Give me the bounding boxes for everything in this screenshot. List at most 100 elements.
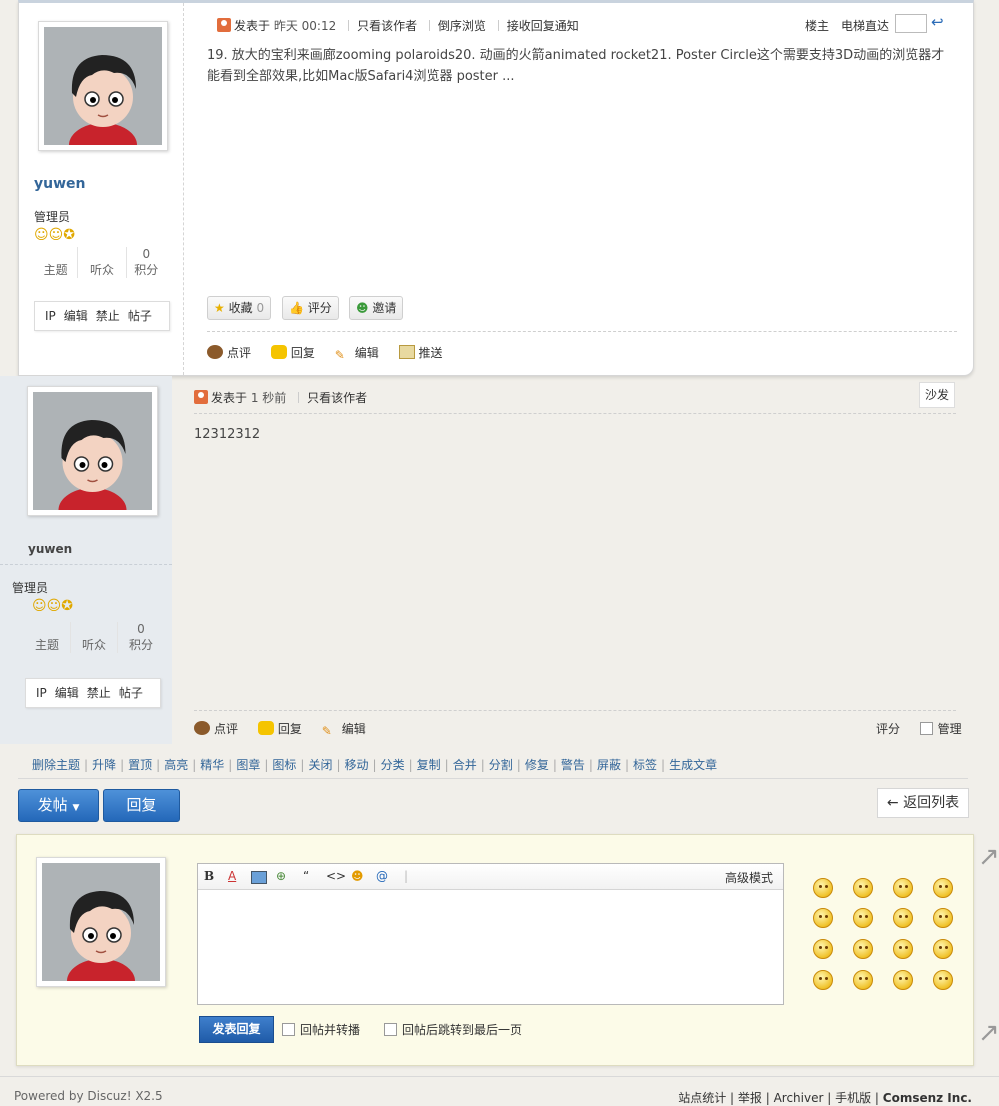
mod-action-link[interactable]: 高亮: [164, 758, 188, 772]
stat-followers[interactable]: 听众: [78, 247, 127, 278]
posts-link[interactable]: 帖子: [128, 309, 152, 323]
mod-action-link[interactable]: 分割: [489, 758, 513, 772]
smiley-icon[interactable]: [893, 908, 913, 928]
mod-action-link[interactable]: 屏蔽: [597, 758, 621, 772]
invite-button[interactable]: ☻ 邀请: [349, 296, 404, 320]
reply-link[interactable]: 回复: [270, 345, 315, 360]
smiley-icon[interactable]: [933, 970, 953, 990]
post-2-author-sidebar: yuwen 管理员 ☺☺✪ 主题 听众 0 积分 IP 编辑 禁止 帖子: [0, 376, 172, 744]
repost-option[interactable]: 回帖并转播: [282, 1021, 360, 1038]
avatar-image: [42, 863, 160, 981]
stat-threads[interactable]: 主题: [34, 247, 79, 278]
reply-textarea[interactable]: [198, 890, 783, 1004]
username[interactable]: yuwen: [28, 542, 72, 556]
mod-action-link[interactable]: 关闭: [308, 758, 332, 772]
only-author-link[interactable]: 只看该作者: [357, 19, 417, 33]
link-icon[interactable]: ⊕: [276, 869, 286, 883]
ip-link[interactable]: IP: [45, 309, 56, 323]
bold-icon[interactable]: B: [204, 869, 214, 883]
at-mention-icon[interactable]: @: [376, 869, 388, 883]
smiley-icon[interactable]: [813, 970, 833, 990]
manage-checkbox[interactable]: [919, 722, 933, 735]
stat-points[interactable]: 0 积分: [127, 247, 166, 278]
archiver-link[interactable]: Archiver: [774, 1091, 824, 1105]
mobile-link[interactable]: 手机版: [835, 1091, 871, 1105]
edit-user-link[interactable]: 编辑: [64, 309, 88, 323]
smiley-icon[interactable]: [893, 878, 913, 898]
reply-notify-link[interactable]: 接收回复通知: [507, 19, 579, 33]
stat-points[interactable]: 0 积分: [118, 622, 164, 653]
font-color-icon[interactable]: A: [228, 869, 236, 883]
only-author-link[interactable]: 只看该作者: [307, 391, 367, 405]
footer-links: 站点统计 | 举报 | Archiver | 手机版 | Comsenz Inc…: [678, 1091, 972, 1105]
smiley-icon[interactable]: [813, 939, 833, 959]
mod-action-link[interactable]: 置顶: [128, 758, 152, 772]
smiley-icon[interactable]: [893, 970, 913, 990]
mod-action-link[interactable]: 合并: [453, 758, 477, 772]
avatar[interactable]: [27, 386, 158, 516]
smiley-icon[interactable]: [933, 939, 953, 959]
company-link[interactable]: Comsenz Inc.: [883, 1091, 972, 1105]
stat-threads[interactable]: 主题: [24, 622, 71, 653]
ban-link[interactable]: 禁止: [87, 686, 111, 700]
moderation-controls: 评分 管理: [876, 720, 962, 737]
username[interactable]: yuwen: [34, 176, 86, 192]
mod-action-link[interactable]: 分类: [381, 758, 405, 772]
mod-action-link[interactable]: 警告: [561, 758, 585, 772]
mod-action-link[interactable]: 复制: [417, 758, 441, 772]
back-to-list-button[interactable]: ← 返回列表: [877, 788, 969, 818]
separator: |: [192, 758, 197, 772]
smiley-icon[interactable]: [853, 939, 873, 959]
comment-link[interactable]: 点评: [194, 721, 238, 736]
repost-checkbox[interactable]: [282, 1023, 295, 1036]
edit-user-link[interactable]: 编辑: [55, 686, 79, 700]
smiley-icon[interactable]: [853, 878, 873, 898]
report-link[interactable]: 举报: [738, 1091, 762, 1105]
mod-action-link[interactable]: 删除主题: [32, 758, 80, 772]
smiley-icon[interactable]: [893, 939, 913, 959]
smiley-icon[interactable]: [813, 878, 833, 898]
ip-link[interactable]: IP: [36, 686, 47, 700]
mod-action-link[interactable]: 精华: [200, 758, 224, 772]
reply-button[interactable]: 回复: [103, 789, 180, 822]
smiley-icon[interactable]: [933, 908, 953, 928]
smiley-icon[interactable]: [933, 878, 953, 898]
mod-action-link[interactable]: 图章: [236, 758, 260, 772]
image-icon[interactable]: [251, 871, 267, 884]
stats-link[interactable]: 站点统计: [678, 1091, 726, 1105]
reply-editor: B A ⊕ “ <> ☻ @ | 高级模式: [197, 863, 784, 1005]
mod-action-link[interactable]: 标签: [633, 758, 657, 772]
ban-link[interactable]: 禁止: [96, 309, 120, 323]
new-post-button[interactable]: 发帖 ▼: [18, 789, 99, 822]
go-arrow-icon[interactable]: ↩: [931, 13, 944, 31]
edit-link[interactable]: ✎ 编辑: [335, 346, 379, 362]
smiley-icon[interactable]: ☻: [351, 869, 364, 883]
jump-last-page-option[interactable]: 回帖后跳转到最后一页: [384, 1021, 522, 1038]
favorite-button[interactable]: ★ 收藏 0: [207, 296, 272, 320]
stat-followers[interactable]: 听众: [71, 622, 118, 653]
smiley-icon[interactable]: [853, 908, 873, 928]
mod-action-link[interactable]: 移动: [345, 758, 369, 772]
rate-link[interactable]: 评分: [876, 722, 900, 736]
floor-jump-input[interactable]: [895, 14, 927, 33]
push-link[interactable]: 推送: [398, 345, 443, 360]
quote-icon[interactable]: “: [303, 869, 309, 883]
mod-action-link[interactable]: 修复: [525, 758, 549, 772]
rate-button[interactable]: 👍 评分: [282, 296, 339, 320]
advanced-mode-link[interactable]: 高级模式: [725, 869, 773, 886]
mod-action-link[interactable]: 图标: [272, 758, 296, 772]
smiley-icon[interactable]: [813, 908, 833, 928]
mod-action-link[interactable]: 生成文章: [669, 758, 717, 772]
edit-link[interactable]: ✎ 编辑: [322, 722, 366, 738]
submit-reply-button[interactable]: 发表回复: [199, 1016, 274, 1043]
comment-link[interactable]: 点评: [207, 345, 251, 360]
code-icon[interactable]: <>: [326, 869, 346, 883]
mod-action-link[interactable]: 升降: [92, 758, 116, 772]
reverse-order-link[interactable]: 倒序浏览: [438, 19, 486, 33]
post-content: 12312312: [194, 427, 261, 442]
jump-last-page-checkbox[interactable]: [384, 1023, 397, 1036]
reply-link[interactable]: 回复: [257, 721, 302, 736]
posts-link[interactable]: 帖子: [119, 686, 143, 700]
smiley-icon[interactable]: [853, 970, 873, 990]
avatar[interactable]: [38, 21, 168, 151]
